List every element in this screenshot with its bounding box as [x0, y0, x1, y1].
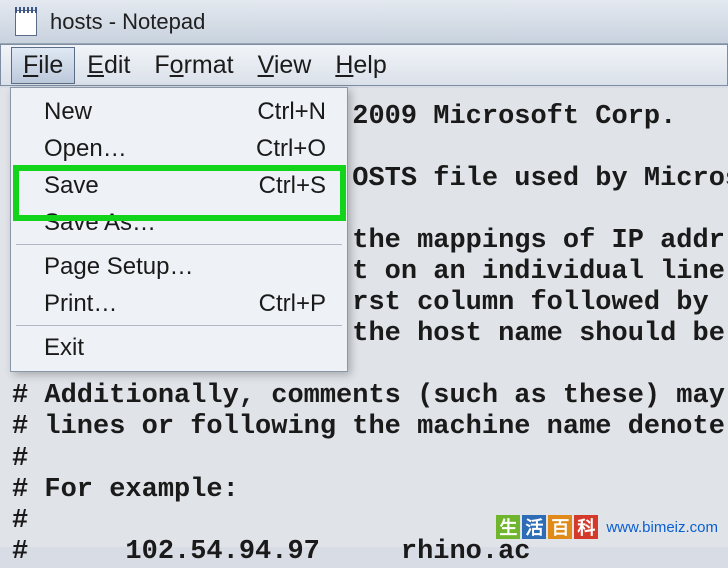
menu-item-new[interactable]: New Ctrl+N — [14, 93, 344, 130]
file-menu-dropdown: New Ctrl+N Open… Ctrl+O Save Ctrl+S Save… — [10, 87, 348, 372]
menu-item-label: Exit — [44, 334, 84, 362]
menu-item-label: Print… — [44, 290, 117, 318]
menu-item-label: Save As… — [44, 209, 156, 237]
notepad-window: hosts - Notepad File Edit Format View He… — [0, 0, 728, 547]
menu-item-shortcut: Ctrl+S — [259, 172, 326, 200]
menu-item-shortcut: Ctrl+N — [257, 98, 326, 126]
menu-item-open[interactable]: Open… Ctrl+O — [14, 130, 344, 167]
menu-item-label: Open… — [44, 135, 127, 163]
menu-separator — [16, 325, 342, 326]
menu-item-shortcut: Ctrl+P — [259, 290, 326, 318]
watermark-char: 活 — [522, 515, 546, 539]
menu-item-save[interactable]: Save Ctrl+S — [14, 167, 344, 204]
menu-help[interactable]: Help — [323, 47, 398, 84]
watermark: 生 活 百 科 www.bimeiz.com — [496, 515, 718, 539]
menu-item-page-setup[interactable]: Page Setup… — [14, 248, 344, 285]
menu-view[interactable]: View — [246, 47, 324, 84]
watermark-char: 科 — [574, 515, 598, 539]
menu-item-save-as[interactable]: Save As… — [14, 204, 344, 241]
menu-item-label: Save — [44, 172, 99, 200]
menu-item-label: Page Setup… — [44, 253, 193, 281]
menu-file[interactable]: File — [11, 47, 75, 84]
watermark-char: 百 — [548, 515, 572, 539]
window-title: hosts - Notepad — [50, 9, 205, 35]
menubar: File Edit Format View Help — [0, 44, 728, 86]
titlebar[interactable]: hosts - Notepad — [0, 0, 728, 44]
menu-item-print[interactable]: Print… Ctrl+P — [14, 285, 344, 322]
menu-edit[interactable]: Edit — [75, 47, 142, 84]
watermark-badge: 生 活 百 科 — [496, 515, 598, 539]
menu-item-exit[interactable]: Exit — [14, 329, 344, 366]
menu-separator — [16, 244, 342, 245]
menu-format[interactable]: Format — [142, 47, 245, 84]
watermark-url: www.bimeiz.com — [606, 519, 718, 536]
menu-item-shortcut: Ctrl+O — [256, 135, 326, 163]
watermark-char: 生 — [496, 515, 520, 539]
notepad-app-icon — [14, 8, 38, 36]
menu-item-label: New — [44, 98, 92, 126]
